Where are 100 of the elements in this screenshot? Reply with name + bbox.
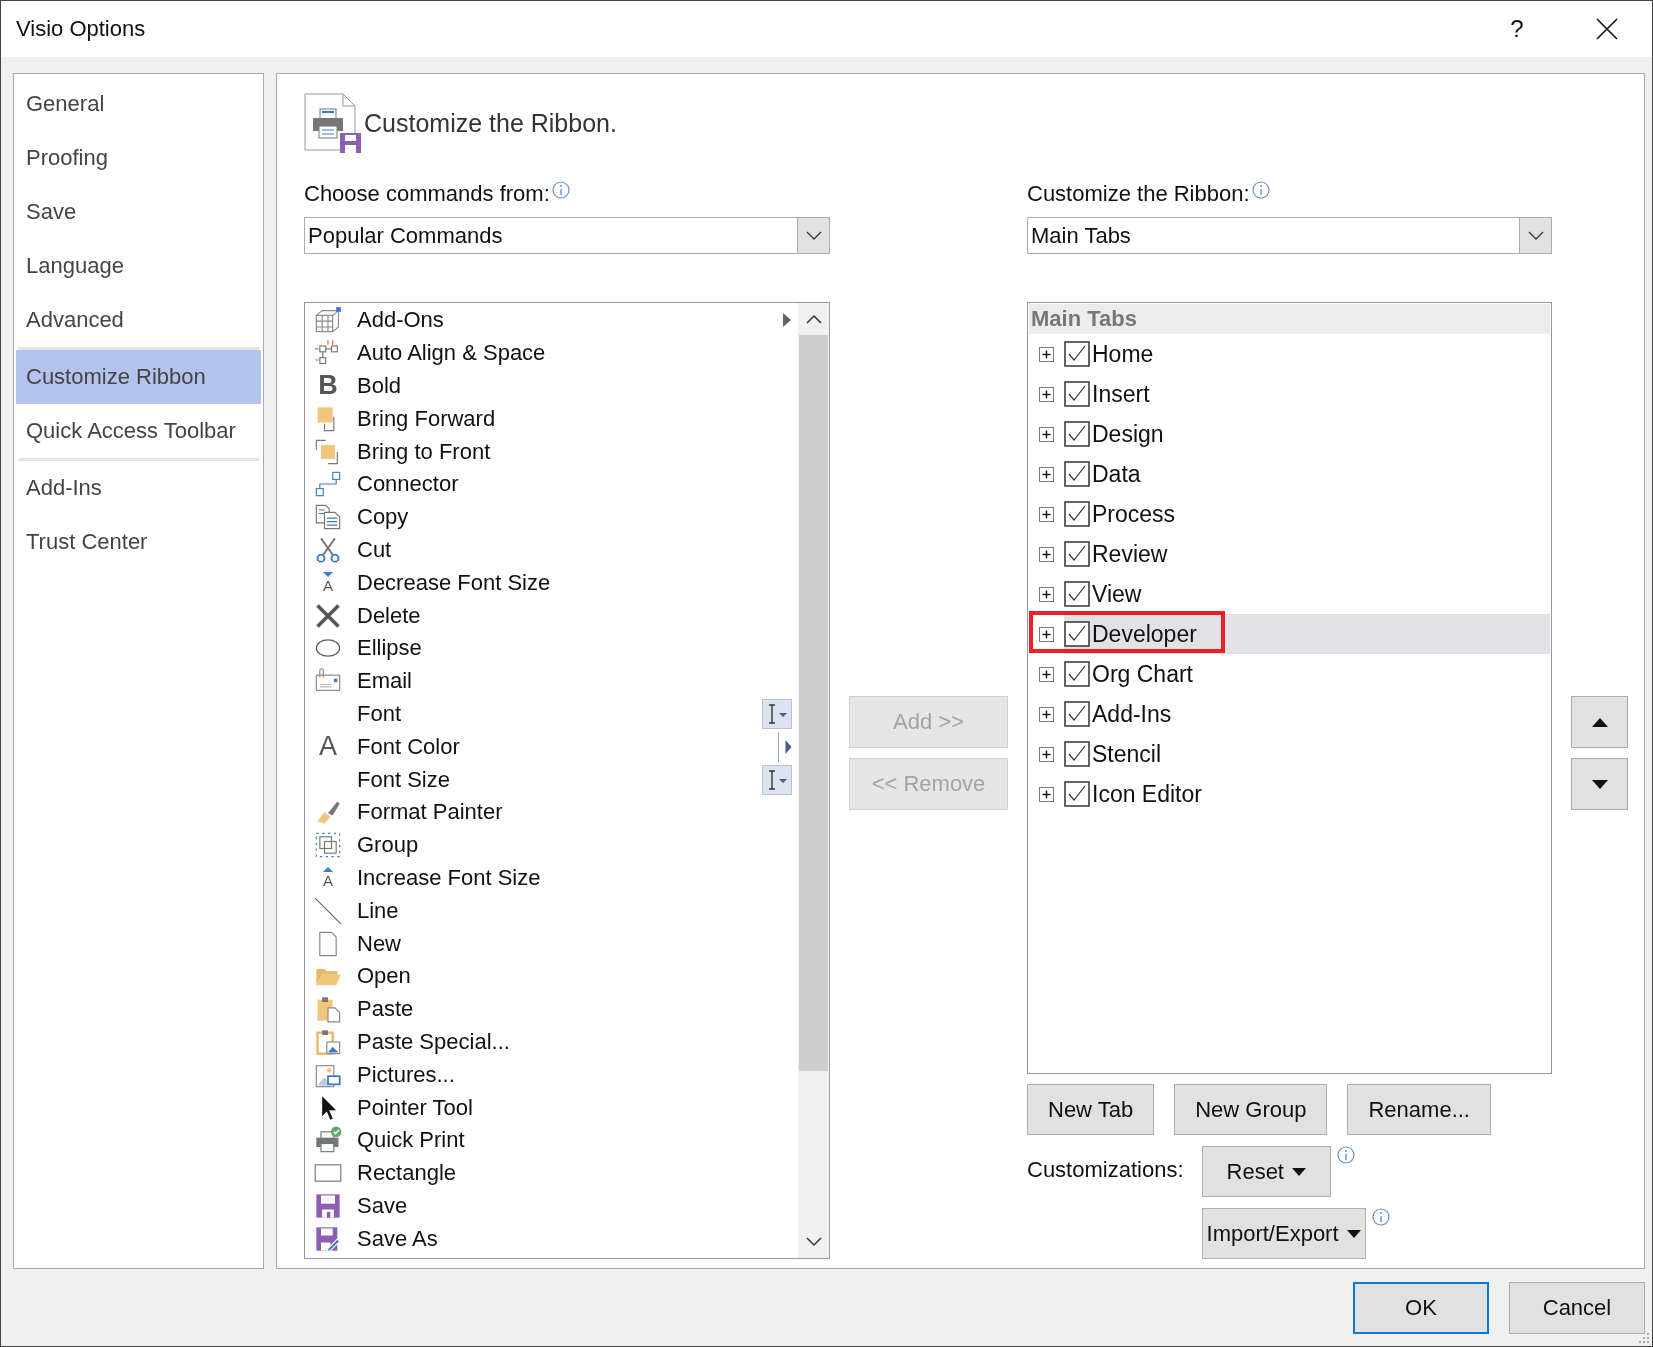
expand-icon[interactable] xyxy=(1039,746,1054,762)
dropdown-button[interactable]: Reset xyxy=(1201,1146,1331,1197)
customizations-label: Customizations: xyxy=(1027,1156,1184,1184)
command-item[interactable]: Add-Ons xyxy=(305,304,798,337)
ribbon-dropdown[interactable]: Main Tabs xyxy=(1027,217,1552,254)
command-item[interactable]: Rectangle xyxy=(305,1156,798,1190)
tree-item[interactable]: View xyxy=(1064,574,1550,614)
command-item[interactable]: Delete xyxy=(305,599,798,632)
expand-icon[interactable] xyxy=(1039,466,1054,482)
move-up-button[interactable] xyxy=(1571,696,1628,748)
action-button[interactable]: New Tab xyxy=(1027,1084,1155,1135)
help-button[interactable]: ? xyxy=(1472,1,1562,57)
expand-icon[interactable] xyxy=(1039,346,1054,362)
command-item[interactable]: Auto Align & Space xyxy=(305,336,798,370)
dialog-button[interactable]: Cancel xyxy=(1509,1281,1645,1334)
command-item[interactable]: Email xyxy=(305,664,798,698)
checkbox[interactable] xyxy=(1064,701,1090,727)
commands-dropdown[interactable]: Popular Commands xyxy=(304,217,830,254)
checkbox[interactable] xyxy=(1064,381,1090,407)
command-item[interactable]: Line xyxy=(305,894,798,928)
tree-item[interactable]: Data xyxy=(1064,454,1550,494)
sidebar-item[interactable]: Advanced xyxy=(16,293,261,347)
checkbox[interactable] xyxy=(1064,661,1090,687)
checkbox[interactable] xyxy=(1064,581,1090,607)
letter-icon: B xyxy=(318,372,338,400)
command-item[interactable]: Pointer Tool xyxy=(305,1091,798,1124)
command-item[interactable]: Open xyxy=(305,959,798,993)
tree-item[interactable]: Home xyxy=(1064,334,1550,374)
sidebar-item[interactable]: Language xyxy=(16,239,261,293)
resize-grip-icon[interactable] xyxy=(1638,1332,1650,1344)
tree-item[interactable]: Icon Editor xyxy=(1064,774,1550,814)
scroll-up-icon[interactable] xyxy=(805,314,822,324)
sidebar-item[interactable]: Trust Center xyxy=(16,515,261,569)
checkbox[interactable] xyxy=(1064,621,1090,647)
checkbox[interactable] xyxy=(1064,501,1090,527)
command-item[interactable]: Save As xyxy=(305,1222,798,1256)
command-item[interactable]: Connector xyxy=(305,468,798,501)
command-item[interactable]: Copy xyxy=(305,500,798,534)
text-box-dropdown-icon xyxy=(762,764,792,795)
sidebar-item[interactable]: General xyxy=(16,77,261,131)
dialog-button[interactable]: OK xyxy=(1353,1281,1489,1334)
command-item[interactable]: Paste xyxy=(305,992,798,1026)
checkbox[interactable] xyxy=(1064,541,1090,567)
checkbox[interactable] xyxy=(1064,781,1090,807)
tree-item[interactable]: Stencil xyxy=(1064,734,1550,774)
expand-icon[interactable] xyxy=(1039,706,1054,722)
scroll-thumb[interactable] xyxy=(799,335,828,1071)
command-item[interactable]: Font Size xyxy=(305,763,798,796)
scrollbar[interactable] xyxy=(798,303,829,1258)
scroll-down-icon[interactable] xyxy=(805,1237,822,1247)
expand-icon[interactable] xyxy=(1039,546,1054,562)
sidebar-item[interactable]: Proofing xyxy=(16,131,261,185)
command-item[interactable]: Bring Forward xyxy=(305,402,798,436)
command-item[interactable]: B Bold xyxy=(305,369,798,403)
up-triangle-icon xyxy=(1591,717,1608,727)
command-item[interactable]: Cut xyxy=(305,533,798,567)
expand-icon[interactable] xyxy=(1039,426,1054,442)
tree-item[interactable]: Process xyxy=(1064,494,1550,534)
command-item[interactable]: Bring to Front xyxy=(305,435,798,468)
move-down-button[interactable] xyxy=(1571,758,1628,810)
tree-item[interactable]: Insert xyxy=(1064,374,1550,414)
command-item[interactable]: Paste Special... xyxy=(305,1025,798,1059)
tree-item[interactable]: Add-Ins xyxy=(1064,694,1550,734)
expand-icon[interactable] xyxy=(1039,586,1054,602)
tree-header: Main Tabs xyxy=(1029,304,1550,334)
text-box-dropdown-icon xyxy=(762,698,792,729)
expand-icon[interactable] xyxy=(1039,786,1054,802)
command-item[interactable]: Format Painter xyxy=(305,795,798,829)
expand-icon[interactable] xyxy=(1039,386,1054,402)
checkbox[interactable] xyxy=(1064,421,1090,447)
checkbox[interactable] xyxy=(1064,341,1090,367)
command-item[interactable]: Group xyxy=(305,828,798,862)
action-button[interactable]: New Group xyxy=(1174,1084,1328,1135)
sidebar-item[interactable]: Quick Access Toolbar xyxy=(16,404,261,458)
command-item[interactable]: A Increase Font Size xyxy=(305,861,798,895)
sidebar-item[interactable]: Save xyxy=(16,185,261,239)
cube-grid-icon xyxy=(314,306,342,335)
tree-item[interactable]: Developer xyxy=(1064,614,1550,654)
tree-item[interactable]: Org Chart xyxy=(1064,654,1550,694)
sidebar-item[interactable]: Customize Ribbon xyxy=(16,350,261,404)
dropdown-button[interactable]: Import/Export xyxy=(1201,1208,1366,1259)
checkbox[interactable] xyxy=(1064,741,1090,767)
checkbox[interactable] xyxy=(1064,461,1090,487)
tree-item[interactable]: Review xyxy=(1064,534,1550,574)
expand-icon[interactable] xyxy=(1039,506,1054,522)
command-item[interactable]: Font xyxy=(305,697,798,731)
expand-icon[interactable] xyxy=(1039,626,1054,642)
command-item[interactable]: Ellipse xyxy=(305,631,798,665)
split-arrow-icon xyxy=(778,731,792,762)
sidebar-item[interactable]: Add-Ins xyxy=(16,461,261,515)
tree-item[interactable]: Design xyxy=(1064,414,1550,454)
command-item[interactable]: Pictures... xyxy=(305,1058,798,1092)
expand-icon[interactable] xyxy=(1039,666,1054,682)
command-item[interactable]: A Decrease Font Size xyxy=(305,566,798,600)
command-item[interactable]: A Font Color xyxy=(305,730,798,764)
command-item[interactable]: New xyxy=(305,927,798,960)
command-item[interactable]: Quick Print xyxy=(305,1123,798,1157)
command-item[interactable]: Save xyxy=(305,1189,798,1223)
submenu-arrow-icon xyxy=(782,312,792,329)
action-button[interactable]: Rename... xyxy=(1347,1084,1491,1135)
